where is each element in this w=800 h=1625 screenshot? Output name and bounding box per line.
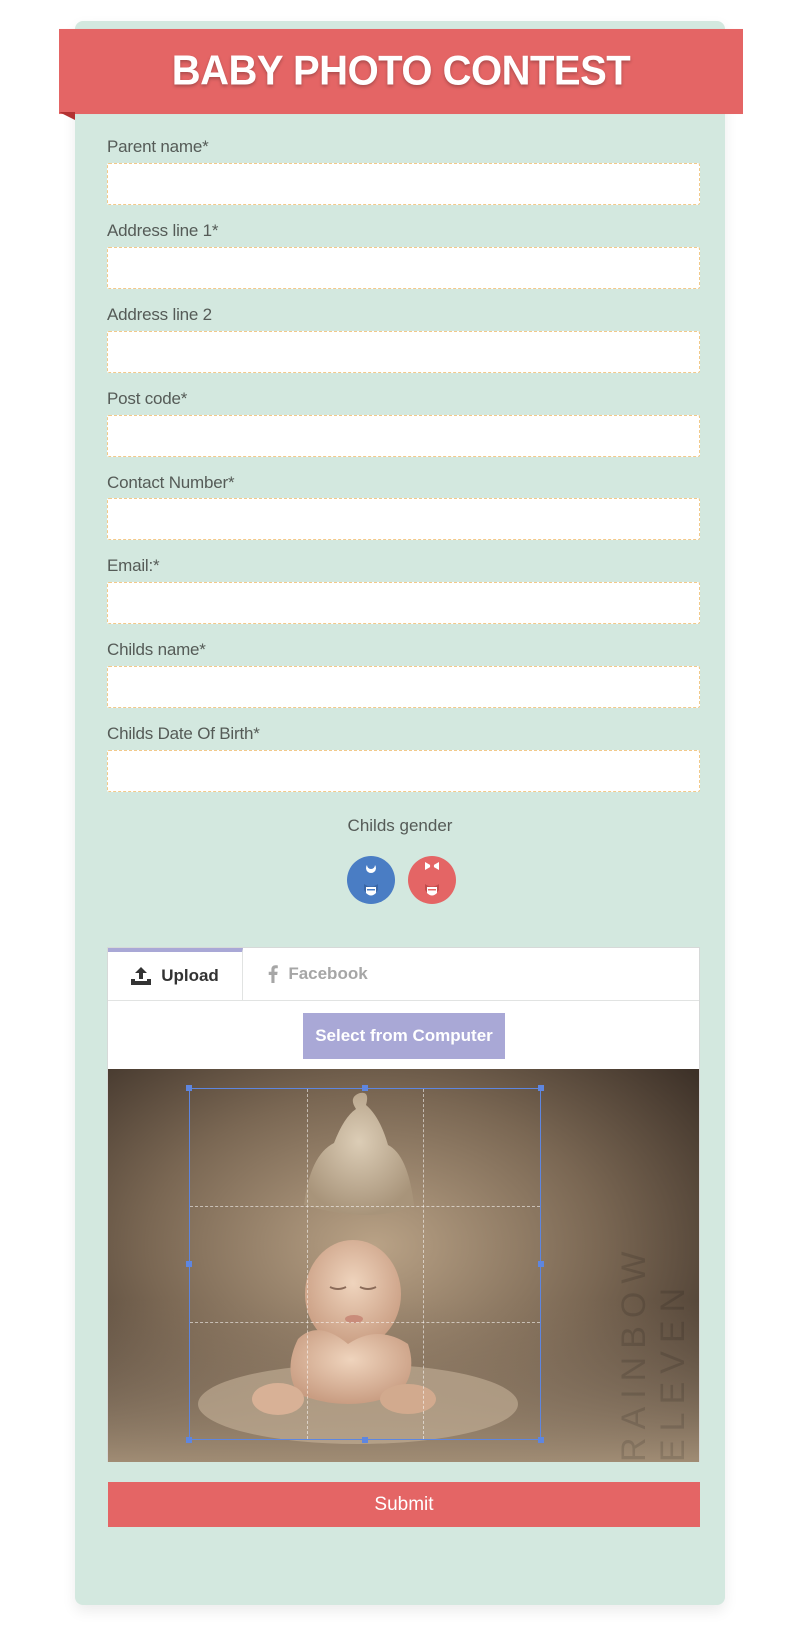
facebook-icon [269,965,279,983]
crop-handle-bottom[interactable] [362,1437,368,1443]
tab-facebook-label: Facebook [288,964,368,983]
baby-boy-icon [347,865,395,896]
contest-title-banner: BABY PHOTO CONTEST [59,28,743,115]
tab-facebook[interactable]: Facebook [243,948,393,1000]
baby-girl-icon [425,862,439,896]
gender-boy-button[interactable] [347,856,395,904]
post-code-label: Post code* [107,389,188,408]
page-title: BABY PHOTO CONTEST [171,47,631,95]
crop-handle-bottom-left[interactable] [186,1437,192,1443]
upload-tabs: Upload Facebook [108,948,699,1001]
baby-photo: RAINBOW ELEVEN [108,1069,699,1462]
email-label: Email:* [107,556,160,575]
gender-girl-button[interactable] [408,856,456,904]
banner-fold [59,112,75,120]
address-line-2-input[interactable] [107,331,700,373]
address-line-1-input[interactable] [107,247,700,289]
address-line-1-label: Address line 1* [107,221,219,240]
crop-handle-top-right[interactable] [538,1085,544,1091]
parent-name-input[interactable] [107,163,700,205]
childs-gender-label: Childs gender [347,816,453,835]
crop-handle-left[interactable] [186,1261,192,1267]
childs-dob-label: Childs Date Of Birth* [107,724,260,743]
address-line-2-label: Address line 2 [107,305,212,324]
crop-frame[interactable] [186,1085,544,1443]
contact-number-label: Contact Number* [107,473,235,492]
crop-grid-line [190,1205,540,1207]
crop-handle-top[interactable] [362,1085,368,1091]
select-from-computer-button[interactable]: Select from Computer [303,1013,505,1059]
email-input[interactable] [107,582,700,624]
tab-upload[interactable]: Upload [108,948,243,1000]
contact-number-input[interactable] [107,498,700,540]
childs-name-input[interactable] [107,666,700,708]
childs-dob-input[interactable] [107,750,700,792]
crop-grid-line [423,1089,425,1439]
photo-upload-widget: Upload Facebook Select from Computer RAI… [107,947,700,1462]
crop-grid-line [306,1089,308,1439]
crop-grid-line [190,1322,540,1324]
upload-icon [131,967,152,985]
crop-handle-bottom-right[interactable] [538,1437,544,1443]
crop-handle-top-left[interactable] [186,1085,192,1091]
post-code-input[interactable] [107,415,700,457]
photo-watermark: RAINBOW ELEVEN [615,1243,692,1462]
submit-button[interactable]: Submit [108,1482,700,1527]
crop-handle-right[interactable] [538,1261,544,1267]
parent-name-label: Parent name* [107,137,209,156]
childs-name-label: Childs name* [107,640,206,659]
tab-upload-label: Upload [161,966,219,985]
